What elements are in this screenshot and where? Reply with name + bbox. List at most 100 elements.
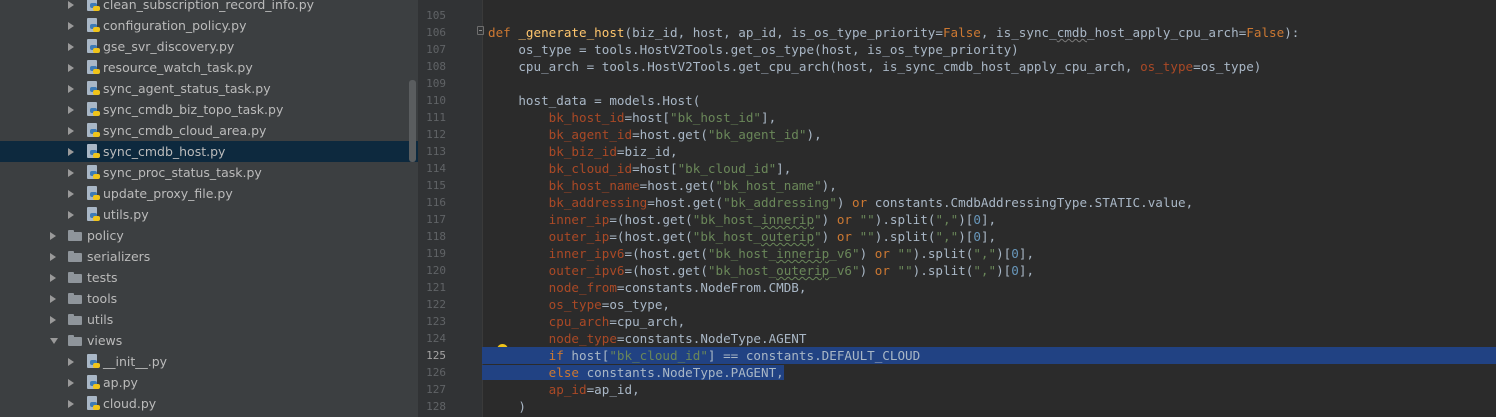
code-token: =constants.NodeType.AGENT [616,331,807,346]
tree-file-item[interactable]: gse_svr_discovery.py [0,36,418,57]
code-token: =(host.get( [609,212,693,227]
tree-folder-item[interactable]: views [0,330,418,351]
project-tree-scrollbar[interactable] [409,80,416,162]
tree-file-item[interactable]: resource_watch_task.py [0,57,418,78]
code-line[interactable]: node_type=constants.NodeType.AGENT [482,330,1496,347]
code-token: )[ [958,212,974,227]
chevron-right-icon[interactable] [68,378,74,387]
chevron-right-icon[interactable] [50,231,56,240]
tree-folder-item[interactable]: serializers [0,246,418,267]
code-line[interactable]: bk_cloud_id=host["bk_cloud_id"], [482,160,1496,177]
code-token: ap_id [548,382,587,397]
tree-file-item[interactable]: __init__.py [0,351,418,372]
code-line[interactable]: if host["bk_cloud_id"] == constants.DEFA… [482,347,1496,364]
code-token: " [814,212,822,227]
code-token: "" [852,212,875,227]
tree-folder-item[interactable]: tools [0,288,418,309]
code-line[interactable]: inner_ipv6=(host.get("bk_host_innerip_v6… [482,245,1496,262]
chevron-right-icon[interactable] [68,189,74,198]
code-token: host[ [563,348,610,363]
chevron-right-icon[interactable] [50,252,56,261]
tree-file-item[interactable]: cloud.py [0,393,418,414]
line-number: 107 [426,43,446,56]
code-token: " [814,229,822,244]
code-line[interactable]: node_from=constants.NodeFrom.CMDB, [482,279,1496,296]
chevron-right-icon[interactable] [68,399,74,408]
tree-file-item[interactable]: clean_subscription_record_info.py [0,0,418,15]
code-line[interactable] [482,75,1496,92]
tree-file-item[interactable]: utils.py [0,204,418,225]
chevron-right-icon[interactable] [50,315,56,324]
tree-folder-item[interactable]: tests [0,267,418,288]
chevron-right-icon[interactable] [68,147,74,156]
code-editor[interactable]: def _generate_host(biz_id, host, ap_id, … [482,0,1496,417]
tree-file-item[interactable]: sync_cmdb_host.py [0,141,418,162]
python-file-icon [86,396,100,411]
tree-file-item[interactable]: configuration_policy.py [0,15,418,36]
tree-file-item[interactable]: ap.py [0,372,418,393]
code-token: =host[ [624,110,671,125]
chevron-right-icon[interactable] [50,273,56,282]
code-token: )[ [958,229,974,244]
code-token: or [874,263,890,278]
tree-folder-item[interactable]: policy [0,225,418,246]
code-line[interactable]: ) [482,398,1496,415]
code-token: , is_sync_ [980,25,1057,40]
tree-file-item[interactable]: sync_agent_status_task.py [0,78,418,99]
tree-file-item[interactable]: sync_cmdb_cloud_area.py [0,120,418,141]
tree-item-label: __init__.py [103,354,168,369]
code-line[interactable]: bk_addressing=host.get("bk_addressing") … [482,194,1496,211]
tree-file-item[interactable]: update_proxy_file.py [0,183,418,204]
python-file-icon [86,123,100,138]
code-token: cpu_arch = tools.HostV2Tools.get_cpu_arc… [488,59,1141,74]
code-line[interactable] [482,7,1496,24]
code-line[interactable]: os_type=os_type, [482,296,1496,313]
code-line[interactable]: bk_host_name=host.get("bk_host_name"), [482,177,1496,194]
chevron-right-icon[interactable] [68,210,74,219]
code-token: innerip [761,212,815,227]
code-line[interactable]: outer_ipv6=(host.get("bk_host_outerip_v6… [482,262,1496,279]
code-line[interactable]: os_type = tools.HostV2Tools.get_os_type(… [482,41,1496,58]
chevron-down-icon[interactable] [50,337,58,344]
code-line[interactable]: ap_id=ap_id, [482,381,1496,398]
code-token: =constants.NodeFrom.CMDB, [616,280,807,295]
chevron-right-icon[interactable] [68,357,74,366]
chevron-right-icon[interactable] [68,84,74,93]
code-token: bk_biz_id [548,144,617,159]
chevron-right-icon[interactable] [68,42,74,51]
tree-folder-item[interactable]: utils [0,309,418,330]
code-line[interactable]: cpu_arch = tools.HostV2Tools.get_cpu_arc… [482,58,1496,75]
code-token: os_type [1140,59,1194,74]
code-token: _v6" [829,263,860,278]
tree-file-item[interactable]: sync_cmdb_biz_topo_task.py [0,99,418,120]
code-line[interactable]: def _generate_host(biz_id, host, ap_id, … [482,24,1496,41]
code-token: outer_ipv6 [548,263,625,278]
code-line[interactable]: else constants.NodeType.PAGENT, [482,364,1496,381]
line-number: 112 [426,128,446,141]
code-token: ) [859,246,875,261]
python-file-icon [86,165,100,180]
chevron-right-icon[interactable] [68,105,74,114]
chevron-right-icon[interactable] [68,21,74,30]
tree-file-item[interactable]: sync_proc_status_task.py [0,162,418,183]
code-line[interactable]: host_data = models.Host( [482,92,1496,109]
code-line[interactable]: bk_biz_id=biz_id, [482,143,1496,160]
code-line[interactable]: cpu_arch=cpu_arch, [482,313,1496,330]
code-line[interactable]: inner_ip=(host.get("bk_host_innerip") or… [482,211,1496,228]
line-number: 115 [426,179,446,192]
code-line[interactable]: bk_agent_id=host.get("bk_agent_id"), [482,126,1496,143]
code-token: "bk_host_ [692,229,761,244]
chevron-right-icon[interactable] [68,63,74,72]
chevron-right-icon[interactable] [68,126,74,135]
chevron-right-icon[interactable] [50,294,56,303]
code-line[interactable]: outer_ip=(host.get("bk_host_outerip") or… [482,228,1496,245]
line-number: 125 [426,349,446,362]
code-line[interactable]: bk_host_id=host["bk_host_id"], [482,109,1496,126]
python-file-icon [86,81,100,96]
code-token: or [836,229,853,244]
line-number: 126 [426,366,446,379]
chevron-right-icon[interactable] [68,0,74,9]
chevron-right-icon[interactable] [68,168,74,177]
code-token: "bk_host_ [707,246,777,261]
